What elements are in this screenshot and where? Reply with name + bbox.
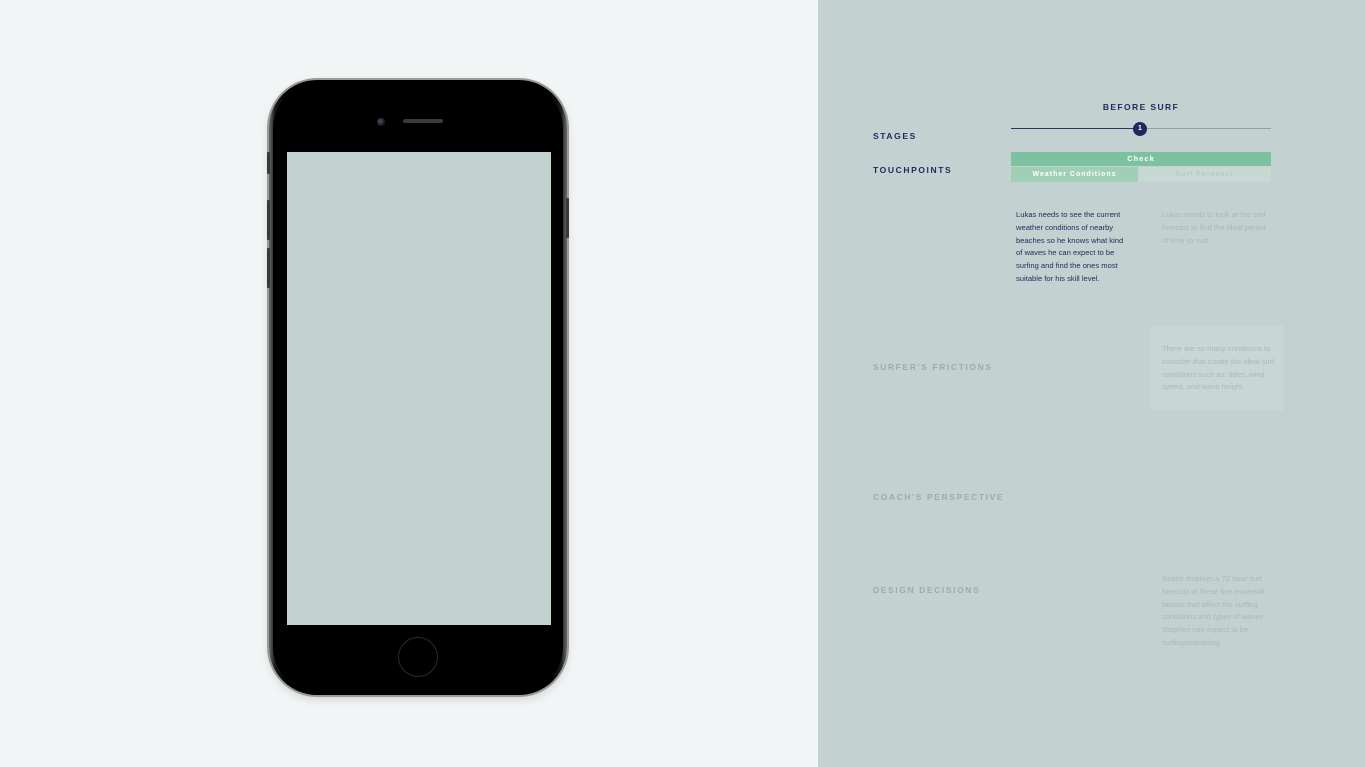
home-button[interactable] <box>398 637 438 677</box>
stages-label: STAGES <box>873 131 917 141</box>
touchpoint-check[interactable]: Check <box>1011 152 1271 166</box>
phone-screen[interactable] <box>287 152 551 625</box>
frictions-label: SURFER'S FRICTIONS <box>873 362 993 372</box>
coach-perspective-label: COACH'S PERSPECTIVE <box>873 492 1005 502</box>
phone-body <box>273 84 563 691</box>
stage-progress-remaining <box>1140 128 1271 129</box>
stage-marker[interactable]: 1 <box>1133 122 1147 136</box>
touchpoints-label: TOUCHPOINTS <box>873 165 953 175</box>
volume-down-button <box>267 248 270 288</box>
need-surf-forecast: Lukas needs to look at the surf forecast… <box>1162 210 1266 245</box>
power-button <box>566 198 569 238</box>
need-weather-conditions: Lukas needs to see the current weather c… <box>1016 210 1124 283</box>
stage-progress-done <box>1011 128 1140 129</box>
touchpoint-weather-conditions[interactable]: Weather Conditions <box>1011 167 1138 182</box>
design-decisions-label: DESIGN DECISIONS <box>873 585 981 595</box>
stage-title: BEFORE SURF <box>1102 102 1180 112</box>
phone-mockup <box>269 80 567 695</box>
mute-switch <box>267 152 270 174</box>
speaker-grille <box>403 119 443 123</box>
volume-up-button <box>267 200 270 240</box>
touchpoint-surf-forecast[interactable]: Surf Forecast <box>1138 167 1271 182</box>
design-decision-text: Beach displays a 72 hour surf forecast o… <box>1162 574 1265 647</box>
friction-text: There are so many conditions to consider… <box>1162 344 1275 392</box>
front-camera-icon <box>377 118 385 126</box>
